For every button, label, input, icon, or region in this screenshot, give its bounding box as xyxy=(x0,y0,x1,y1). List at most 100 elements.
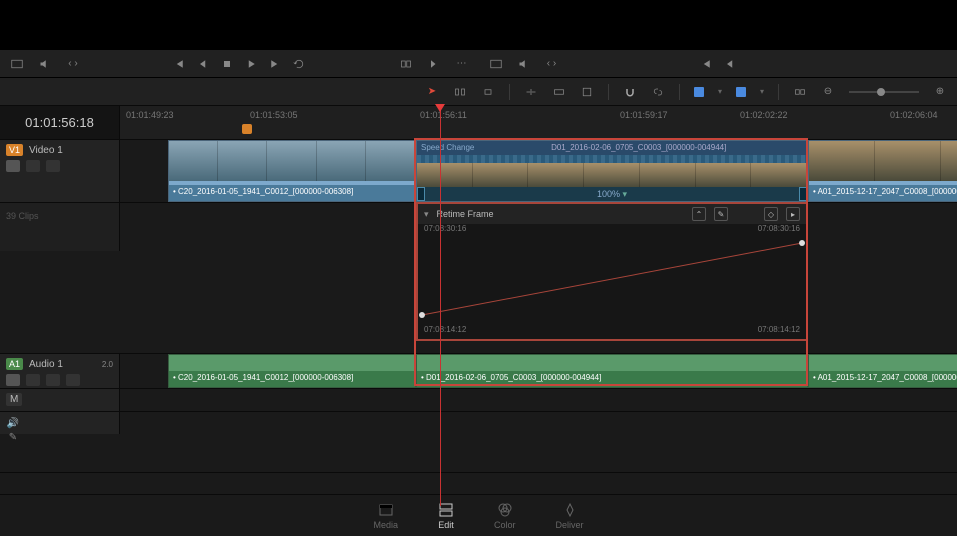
replace-icon[interactable] xyxy=(580,85,594,99)
speed-percent[interactable]: 100% ▾ xyxy=(597,189,627,200)
video-clip-1[interactable]: • C20_2016-01-05_1941_C0012_[000000-0063… xyxy=(168,140,416,202)
ruler-tick: 01:01:59:17 xyxy=(620,110,668,120)
audio-clip-3[interactable]: • A01_2015-12-17_2047_C0008_[000000-0005… xyxy=(808,354,957,388)
tab-media[interactable]: Media xyxy=(373,502,398,530)
master-body xyxy=(120,412,957,472)
speaker-icon[interactable]: 🔊 xyxy=(6,416,20,430)
stop-icon[interactable] xyxy=(220,57,234,71)
marker-orange[interactable] xyxy=(242,124,252,134)
curve-smooth-icon[interactable]: ✎ xyxy=(714,207,728,221)
video-clip-3[interactable]: • A01_2015-12-17_2047_C0008_[000000-0005… xyxy=(808,140,957,202)
next-edit-icon[interactable] xyxy=(427,57,441,71)
clip-label: • A01_2015-12-17_2047_C0008_[000000-0005… xyxy=(809,371,957,387)
zoom-slider[interactable] xyxy=(849,91,919,93)
view-mode-icon[interactable] xyxy=(489,57,503,71)
mute-button[interactable] xyxy=(46,160,60,172)
mute-button[interactable] xyxy=(46,374,60,386)
nav-prev-icon[interactable]: ‹ › xyxy=(545,57,559,71)
nav-prev-icon[interactable]: ‹ › xyxy=(66,57,80,71)
edit-toolbar: ➤ ▾ ▾ ⊖ ⊕ xyxy=(0,78,957,106)
v1-name: Video 1 xyxy=(29,145,63,156)
record-button[interactable] xyxy=(66,374,80,386)
retime-bottom-tc: 07:08:14:12 07:08:14:12 xyxy=(418,323,806,339)
audio-clip-2[interactable]: • D01_2016-02-06_0705_C0003_[000000-0049… xyxy=(416,354,808,388)
zoom-out-icon[interactable]: ⊖ xyxy=(821,85,835,99)
transport-bar: ‹ › ⋯ ‹ › xyxy=(0,50,957,78)
first-frame-icon[interactable] xyxy=(172,57,186,71)
speed-change-label: Speed Change xyxy=(421,143,474,153)
trim-tool-icon[interactable] xyxy=(453,85,467,99)
a1-name: Audio 1 xyxy=(29,359,63,370)
source-viewer[interactable] xyxy=(0,0,479,50)
thumbnail-view-icon[interactable] xyxy=(793,85,807,99)
ruler-tick: 01:02:06:04 xyxy=(890,110,938,120)
separator xyxy=(509,84,510,100)
master-header[interactable]: 🔊 ✎ xyxy=(0,412,120,434)
v1-tag: V1 xyxy=(6,144,23,156)
disable-button[interactable] xyxy=(26,160,40,172)
clip-count-header: 39 Clips xyxy=(0,203,120,251)
view-mode-icon[interactable] xyxy=(10,57,24,71)
a1-header[interactable]: A1Audio 12.0 xyxy=(0,354,120,388)
v1-header[interactable]: V1 Video 1 xyxy=(0,140,120,202)
source-transport: ‹ › ⋯ xyxy=(0,50,479,77)
a1-tag: A1 xyxy=(6,358,23,370)
ruler-tick: 01:01:53:05 xyxy=(250,110,298,120)
play-icon[interactable] xyxy=(244,57,258,71)
speed-percent-bar[interactable]: 100% ▾ xyxy=(417,187,807,201)
tab-color[interactable]: Color xyxy=(494,502,516,530)
tab-deliver[interactable]: Deliver xyxy=(556,502,584,530)
clip-label: • C20_2016-01-05_1941_C0012_[000000-0063… xyxy=(169,371,415,387)
speed-handle-right[interactable] xyxy=(799,187,807,201)
video-clip-2-speed[interactable]: Speed ChangeD01_2016-02-06_0705_C0003_[0… xyxy=(416,140,808,202)
insert-icon[interactable] xyxy=(524,85,538,99)
flag-blue-2[interactable] xyxy=(736,87,746,97)
loop-icon[interactable] xyxy=(292,57,306,71)
speed-handle-left[interactable] xyxy=(417,187,425,201)
tc-bot-right: 07:08:14:12 xyxy=(758,325,800,337)
tc-bot-left: 07:08:14:12 xyxy=(424,325,466,337)
prev-frame-icon[interactable] xyxy=(723,57,737,71)
timeline-ruler[interactable]: 01:01:49:2301:01:53:0501:01:56:1101:01:5… xyxy=(120,106,957,139)
video-track-1: V1 Video 1 • C20_2016-01-05_1941_C0012_[0… xyxy=(0,140,957,203)
m-body[interactable] xyxy=(120,389,957,411)
lock-button[interactable] xyxy=(6,374,20,386)
options-icon[interactable]: ⋯ xyxy=(455,57,469,71)
prev-keyframe-icon[interactable]: ◇ xyxy=(764,207,778,221)
flag-blue[interactable] xyxy=(694,87,704,97)
zoom-in-icon[interactable]: ⊕ xyxy=(933,85,947,99)
tab-edit[interactable]: Edit xyxy=(438,502,454,530)
separator xyxy=(608,84,609,100)
overwrite-icon[interactable] xyxy=(552,85,566,99)
retime-graph[interactable] xyxy=(418,233,806,323)
lock-button[interactable] xyxy=(6,160,20,172)
snap-icon[interactable] xyxy=(623,85,637,99)
speed-arrows xyxy=(417,155,807,163)
page-tabs: Media Edit Color Deliver xyxy=(0,494,957,536)
arrow-tool-icon[interactable]: ➤ xyxy=(425,85,439,99)
match-frame-icon[interactable] xyxy=(399,57,413,71)
last-frame-icon[interactable] xyxy=(268,57,282,71)
v1-body[interactable]: • C20_2016-01-05_1941_C0012_[000000-0063… xyxy=(120,140,957,202)
audio-track-1: A1Audio 12.0 • C20_2016-01-05_1941_C0012… xyxy=(0,354,957,389)
speaker-icon[interactable] xyxy=(38,57,52,71)
retime-curve-panel[interactable]: ▾ Retime Frame ⌃ ✎ ◇ ▸ 07:08:30:16 07:08… xyxy=(416,202,808,341)
blade-tool-icon[interactable] xyxy=(481,85,495,99)
auto-icon[interactable]: ✎ xyxy=(6,430,20,444)
a1-body[interactable]: • C20_2016-01-05_1941_C0012_[000000-0063… xyxy=(120,354,957,388)
audio-clip-1[interactable]: • C20_2016-01-05_1941_C0012_[000000-0063… xyxy=(168,354,416,388)
first-frame-icon[interactable] xyxy=(699,57,713,71)
timeline-header: 01:01:56:18 01:01:49:2301:01:53:0501:01:… xyxy=(0,106,957,140)
m-tag: M xyxy=(6,393,22,406)
speaker-icon[interactable] xyxy=(517,57,531,71)
separator xyxy=(679,84,680,100)
next-keyframe-icon[interactable]: ▸ xyxy=(786,207,800,221)
m-header[interactable]: M xyxy=(0,389,120,411)
prev-frame-icon[interactable] xyxy=(196,57,210,71)
solo-button[interactable] xyxy=(26,374,40,386)
retime-top-tc: 07:08:30:16 07:08:30:16 xyxy=(418,224,806,233)
timecode-display[interactable]: 01:01:56:18 xyxy=(0,106,120,139)
curve-linear-icon[interactable]: ⌃ xyxy=(692,207,706,221)
link-icon[interactable] xyxy=(651,85,665,99)
timeline-viewer[interactable] xyxy=(479,0,957,50)
